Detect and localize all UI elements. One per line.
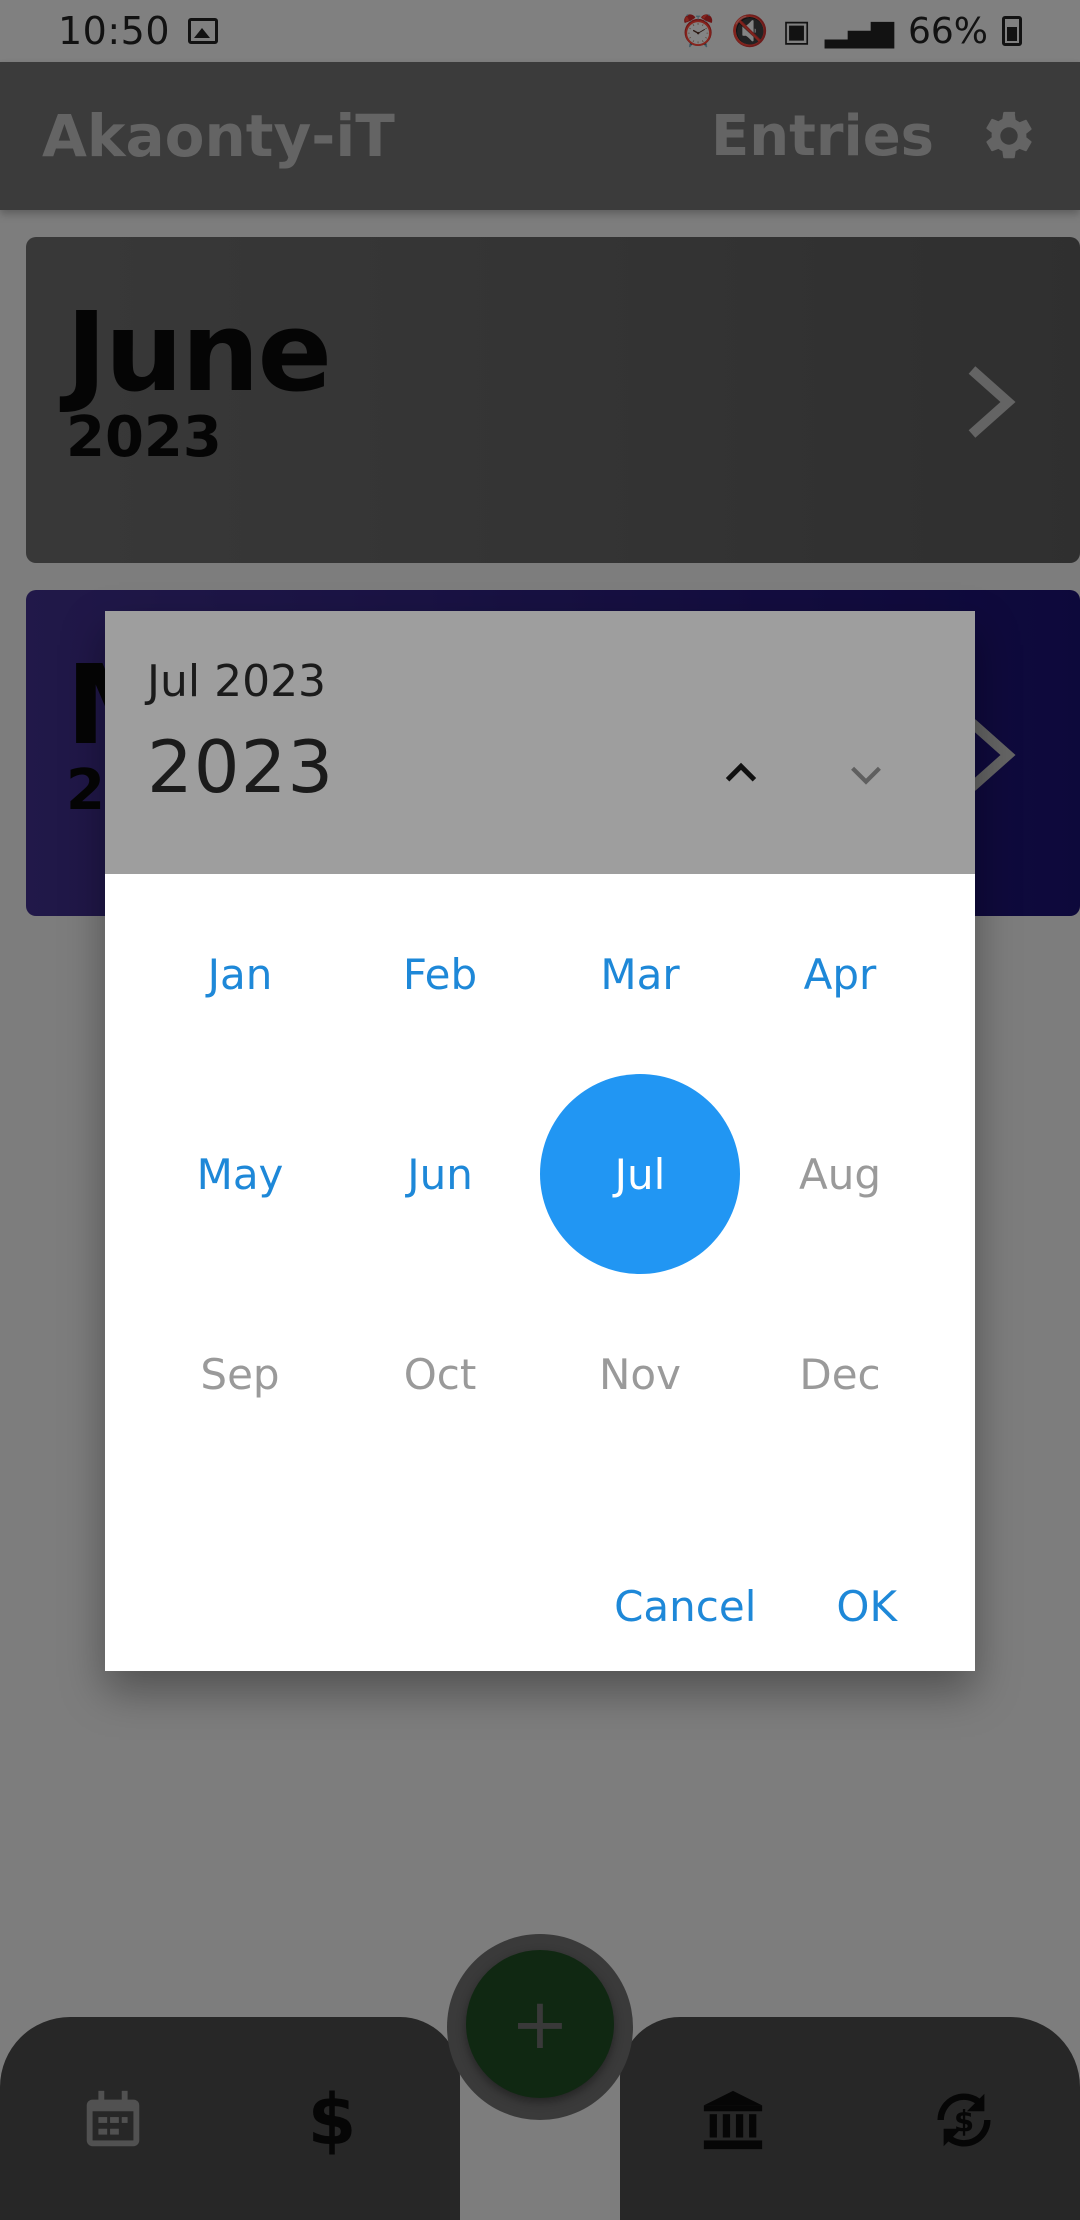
chevron-down-icon[interactable]	[843, 751, 889, 797]
month-apr[interactable]: Apr	[740, 874, 940, 1074]
selected-month-label: Jul 2023	[147, 656, 327, 707]
month-mar[interactable]: Mar	[540, 874, 740, 1074]
month-nov: Nov	[599, 1349, 681, 1399]
month-jul[interactable]: Jul	[540, 1074, 740, 1274]
month-jun[interactable]: Jun	[340, 1074, 540, 1274]
month-dec: Dec	[799, 1349, 881, 1399]
month-grid: Jan Feb Mar Apr May Jun Jul Aug Sep Oct …	[105, 874, 975, 1474]
chevron-up-icon[interactable]	[718, 751, 764, 797]
month-feb[interactable]: Feb	[340, 874, 540, 1074]
year-label[interactable]: 2023	[147, 725, 933, 809]
month-oct: Oct	[403, 1349, 477, 1399]
dialog-actions: Cancel OK	[614, 1582, 975, 1631]
cancel-button[interactable]: Cancel	[614, 1582, 756, 1631]
month-picker-dialog: Jul 2023 2023 Jan Feb Mar Apr May Jun Ju…	[105, 611, 975, 1671]
month-may[interactable]: May	[140, 1074, 340, 1274]
month-sep: Sep	[200, 1349, 280, 1399]
dialog-header: Jul 2023 2023	[105, 611, 975, 874]
month-jan[interactable]: Jan	[140, 874, 340, 1074]
month-aug: Aug	[798, 1149, 881, 1199]
ok-button[interactable]: OK	[836, 1582, 897, 1631]
